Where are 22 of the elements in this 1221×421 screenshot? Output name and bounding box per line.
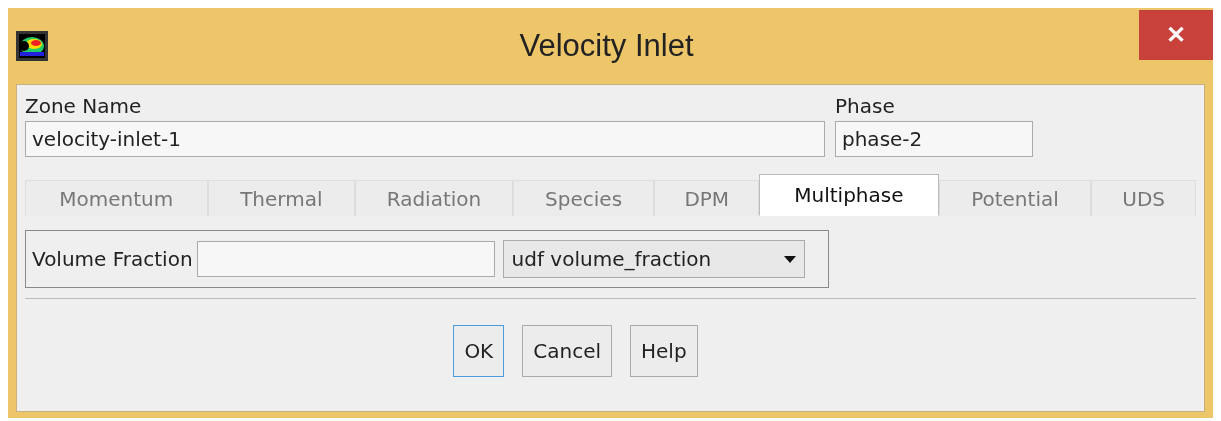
close-button[interactable]: ✕ [1139, 10, 1213, 60]
tab[interactable]: Thermal [207, 180, 356, 216]
tab[interactable]: Potential [938, 180, 1092, 216]
dropdown-arrow-icon [783, 255, 796, 263]
tab[interactable]: Multiphase [759, 174, 939, 216]
app-logo-icon [16, 31, 48, 61]
tab[interactable]: DPM [654, 180, 760, 216]
tab[interactable]: Species [512, 180, 655, 216]
dialog-button[interactable]: Help [630, 325, 698, 377]
dialog-button[interactable]: Cancel [522, 325, 612, 377]
zone-name-field[interactable]: velocity-inlet-1 [25, 121, 825, 157]
tab[interactable]: Radiation [355, 180, 513, 216]
field-label: Phase [835, 93, 896, 120]
volume-fraction-field[interactable] [196, 241, 495, 277]
field-label: Zone Name [25, 93, 143, 120]
tab[interactable]: Momentum [25, 180, 208, 216]
method-dropdown[interactable]: udf volume_fraction [502, 240, 805, 278]
field-label: Volume Fraction [32, 246, 193, 273]
tab[interactable]: UDS [1091, 180, 1196, 216]
phase-field[interactable]: phase-2 [835, 121, 1033, 157]
window-title: Velocity Inlet [518, 28, 695, 64]
dialog-button[interactable]: OK [453, 325, 505, 377]
